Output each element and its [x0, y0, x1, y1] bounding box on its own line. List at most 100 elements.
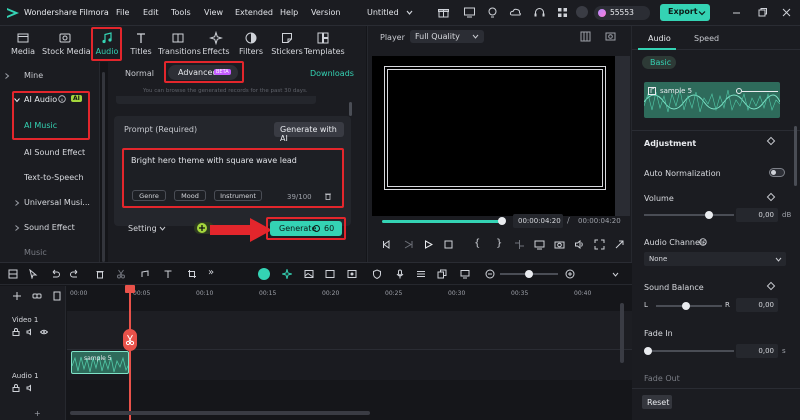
keyframe-diamond-icon[interactable] [766, 136, 776, 146]
tab-media[interactable]: Media [6, 28, 40, 60]
playhead-handle[interactable] [125, 285, 135, 293]
add-icon[interactable]: + [34, 409, 41, 418]
speaker-icon[interactable] [574, 239, 585, 250]
quality-select[interactable]: Full Quality [410, 30, 484, 43]
volume-slider-track[interactable] [644, 214, 734, 216]
zoom-slider-knob[interactable] [525, 270, 533, 278]
mark-in-icon[interactable]: { [474, 238, 480, 249]
audio-channels-select[interactable]: None [644, 252, 786, 266]
menu-tools[interactable]: Tools [171, 8, 191, 17]
layers-icon[interactable] [325, 269, 335, 279]
photo-icon[interactable] [304, 269, 314, 279]
track-speaker-icon[interactable] [26, 384, 34, 392]
scissors-icon[interactable] [116, 269, 126, 279]
play-reverse-icon[interactable] [404, 240, 413, 249]
tab-stock-media[interactable]: Stock Media [42, 28, 91, 60]
tab-titles[interactable]: Titles [127, 28, 155, 60]
chevron-down-icon[interactable] [159, 225, 166, 232]
sidebar-item-ai-sound-effect[interactable]: AI Sound Effect [0, 144, 100, 162]
playback-progress-track[interactable] [382, 217, 506, 225]
layout-icon[interactable] [8, 269, 18, 279]
mode-normal[interactable]: Normal [125, 69, 154, 78]
marker-icon[interactable] [52, 291, 62, 301]
timeline-vertical-scrollbar[interactable] [620, 303, 624, 363]
chevron-down-icon[interactable] [612, 271, 619, 278]
gift-icon[interactable] [437, 6, 450, 19]
video-preview[interactable] [372, 56, 630, 216]
camera-icon[interactable] [554, 239, 565, 250]
ai-tools-icon[interactable] [258, 268, 270, 280]
volume-slider-knob[interactable] [705, 211, 713, 219]
menu-file[interactable]: File [116, 8, 129, 17]
upload-cloud-icon[interactable] [509, 6, 522, 19]
audio-clip[interactable]: sample 5 [71, 351, 129, 374]
stop-icon[interactable] [444, 240, 453, 249]
text-icon[interactable] [163, 269, 173, 279]
display-icon[interactable] [534, 239, 545, 250]
fullscreen-icon[interactable] [594, 239, 605, 250]
timeline-scrollbar[interactable] [70, 411, 370, 415]
menu-version[interactable]: Version [311, 8, 340, 17]
audio-clip-thumbnail[interactable]: sample 5 [644, 82, 780, 118]
balance-slider-knob[interactable] [682, 302, 690, 310]
keyframe-diamond-icon[interactable] [766, 281, 776, 291]
monitor-icon[interactable] [463, 6, 476, 19]
sidebar-item-universal-music[interactable]: Universal Musi... [0, 194, 100, 212]
sidebar-item-music[interactable]: Music [0, 244, 100, 260]
menu-help[interactable]: Help [280, 8, 298, 17]
track-lock-icon[interactable] [12, 384, 20, 392]
downloads-link[interactable]: Downloads [310, 69, 354, 78]
delete-icon[interactable] [95, 269, 105, 279]
restore-icon[interactable] [756, 6, 769, 19]
menu-edit[interactable]: Edit [143, 8, 159, 17]
balance-value-field[interactable]: 0,00 [736, 298, 778, 312]
generate-with-ai-button[interactable]: Generate with AI [274, 122, 344, 143]
audio-track-lane[interactable] [67, 350, 632, 380]
tab-transitions[interactable]: Transitions [158, 28, 201, 60]
tab-filters[interactable]: Filters [237, 28, 265, 60]
fade-in-slider-track[interactable] [644, 350, 734, 352]
play-icon[interactable] [424, 240, 433, 249]
info-icon[interactable] [699, 238, 707, 246]
fade-in-value-field[interactable]: 0,00 [736, 344, 778, 358]
headset-icon[interactable] [533, 6, 546, 19]
track-eye-icon[interactable] [40, 328, 48, 336]
list-icon[interactable] [416, 269, 426, 279]
step-back-icon[interactable] [382, 240, 391, 249]
playback-scrubber[interactable] [498, 217, 506, 225]
sidebar-item-mine[interactable]: Mine [0, 67, 100, 85]
setting-label[interactable]: Setting [128, 224, 157, 233]
snapshot-view-icon[interactable] [605, 31, 616, 42]
playhead[interactable] [129, 285, 131, 420]
menu-view[interactable]: View [204, 8, 223, 17]
undo-icon[interactable] [50, 269, 60, 279]
zoom-in-icon[interactable] [565, 269, 575, 279]
volume-value-field[interactable]: 0,00 [736, 208, 778, 222]
split-icon[interactable] [514, 239, 525, 250]
properties-scrollbar[interactable] [794, 126, 797, 186]
shield-icon[interactable] [372, 269, 382, 279]
export-button[interactable]: Export [660, 4, 710, 21]
sticker-icon[interactable] [347, 269, 357, 279]
grid-view-icon[interactable] [580, 31, 591, 42]
lightbulb-icon[interactable] [486, 6, 499, 19]
select-arrow-icon[interactable] [28, 269, 38, 279]
menu-extended[interactable]: Extended [235, 8, 273, 17]
audio-adjust-icon[interactable] [140, 269, 150, 279]
keyframe-diamond-icon[interactable] [766, 192, 776, 202]
mark-out-icon[interactable]: } [496, 238, 502, 249]
split-marker[interactable] [123, 329, 137, 351]
dropdown-chevron-icon[interactable] [403, 6, 416, 19]
panel-scrollbar[interactable] [349, 102, 352, 116]
sidebar-item-sound-effect[interactable]: Sound Effect [0, 219, 100, 237]
tab-effects[interactable]: Effects [202, 28, 230, 60]
monitor-icon[interactable] [460, 269, 470, 279]
crop-icon[interactable] [187, 269, 197, 279]
auto-normalization-toggle[interactable] [769, 168, 785, 177]
tab-stickers[interactable]: Stickers [270, 28, 304, 60]
avatar[interactable] [576, 6, 588, 18]
reset-button[interactable]: Reset [642, 395, 672, 409]
sparkle-icon[interactable] [282, 269, 292, 279]
tab-templates[interactable]: Templates [304, 28, 345, 60]
add-track-icon[interactable] [12, 291, 22, 301]
